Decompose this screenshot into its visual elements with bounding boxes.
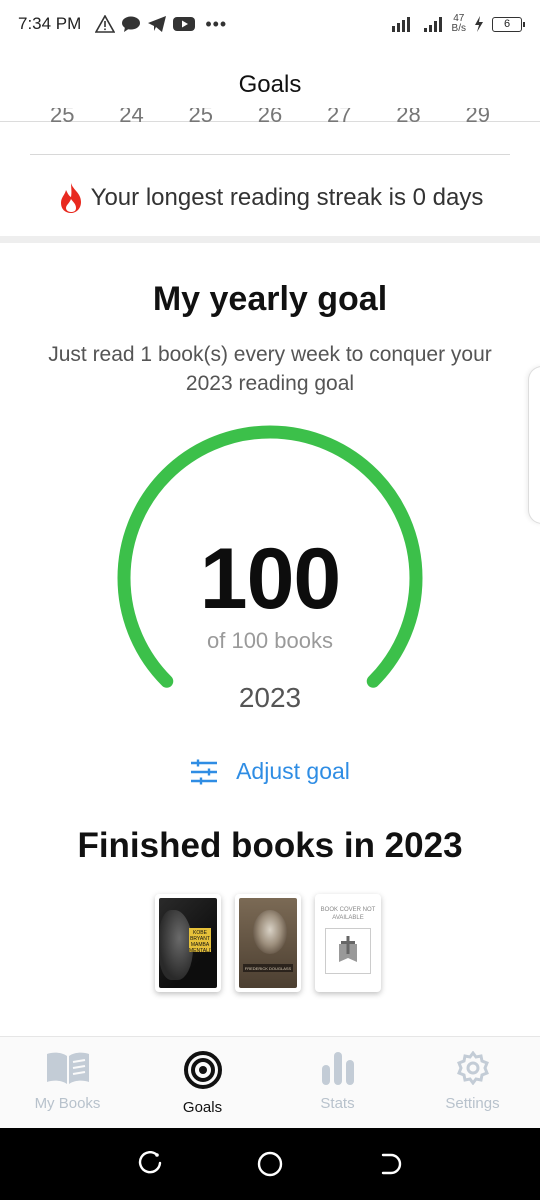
status-notification-icons: ••• bbox=[95, 14, 227, 35]
signal-icon bbox=[391, 17, 410, 32]
telegram-icon bbox=[148, 16, 167, 32]
week-day[interactable]: 28 bbox=[396, 108, 420, 127]
status-time: 7:34 PM bbox=[18, 14, 82, 33]
status-bar: 7:34 PM ••• 47 B/s 6 bbox=[0, 0, 540, 48]
cover-placeholder-text: BOOK COVER NOT AVAILABLE bbox=[320, 907, 376, 921]
adjust-goal-button[interactable]: Adjust goal bbox=[0, 758, 540, 785]
recent-apps-icon[interactable] bbox=[137, 1151, 163, 1177]
finished-books-title: Finished books in 2023 bbox=[77, 826, 463, 865]
yearly-goal-subtitle: Just read 1 book(s) every week to conque… bbox=[48, 343, 492, 395]
kobe-bryant-cover: KOBE BRYANT MAMBA MENTALITY bbox=[159, 898, 217, 988]
net-speed: 47 B/s bbox=[451, 13, 466, 34]
book-icon bbox=[46, 1052, 89, 1084]
book-cover-douglass[interactable]: FREDERICK DOUGLASS bbox=[235, 894, 301, 992]
section-separator bbox=[0, 236, 540, 243]
week-day[interactable]: 24 bbox=[119, 108, 143, 127]
warning-icon bbox=[95, 15, 116, 33]
youtube-icon bbox=[173, 17, 196, 31]
divider bbox=[30, 154, 510, 155]
nav-label: Goals bbox=[182, 1099, 223, 1116]
bar-chart-icon bbox=[321, 1052, 354, 1085]
book-cover-unavailable[interactable]: BOOK COVER NOT AVAILABLE bbox=[315, 894, 381, 992]
nav-my-books[interactable]: My Books bbox=[0, 1037, 135, 1128]
charging-icon bbox=[475, 16, 483, 32]
nav-label: Settings bbox=[445, 1095, 500, 1112]
more-notifications-icon: ••• bbox=[205, 13, 228, 34]
week-day[interactable]: 26 bbox=[258, 108, 282, 127]
home-icon[interactable] bbox=[256, 1150, 284, 1178]
cover-not-available: BOOK COVER NOT AVAILABLE bbox=[319, 898, 377, 988]
goal-progress-of: of 100 books bbox=[207, 628, 333, 653]
nav-label: My Books bbox=[34, 1095, 101, 1112]
sliders-icon bbox=[191, 759, 218, 784]
week-strip[interactable]: 25 24 25 26 27 28 29 bbox=[30, 108, 510, 128]
side-panel-handle[interactable] bbox=[528, 366, 540, 524]
streak-text: Your longest reading streak is 0 days bbox=[90, 184, 484, 211]
flame-icon bbox=[60, 183, 81, 213]
back-icon[interactable] bbox=[377, 1151, 403, 1177]
nav-label: Stats bbox=[320, 1095, 355, 1112]
gear-icon bbox=[456, 1051, 489, 1085]
battery-indicator: 6 bbox=[492, 16, 525, 32]
bottom-navigation: My Books Goals Stats Settings bbox=[0, 1036, 540, 1128]
nav-goals[interactable]: Goals bbox=[135, 1037, 270, 1128]
goal-year: 2023 bbox=[238, 682, 302, 713]
yearly-goal-title: My yearly goal bbox=[152, 280, 388, 318]
goal-progress-value: 100 bbox=[199, 531, 342, 627]
adjust-goal-label[interactable]: Adjust goal bbox=[236, 758, 350, 785]
week-day[interactable]: 27 bbox=[327, 108, 351, 127]
nav-settings[interactable]: Settings bbox=[405, 1037, 540, 1128]
system-navigation-bar bbox=[0, 1128, 540, 1200]
finished-books-list: KOBE BRYANT MAMBA MENTALITY FREDERICK DO… bbox=[155, 894, 381, 992]
nav-stats[interactable]: Stats bbox=[270, 1037, 405, 1128]
target-icon bbox=[183, 1051, 222, 1089]
status-system-icons: 47 B/s 6 bbox=[391, 13, 525, 34]
book-placeholder-icon bbox=[325, 928, 371, 974]
frederick-douglass-cover: FREDERICK DOUGLASS bbox=[239, 898, 297, 988]
week-day[interactable]: 29 bbox=[466, 108, 490, 127]
page-title: Goals bbox=[238, 70, 302, 98]
reading-streak: Your longest reading streak is 0 days bbox=[0, 182, 540, 214]
chat-bubble-icon bbox=[122, 16, 141, 32]
week-day[interactable]: 25 bbox=[50, 108, 74, 127]
cover-title: KOBE BRYANT MAMBA MENTALITY bbox=[189, 928, 217, 954]
book-cover-kobe[interactable]: KOBE BRYANT MAMBA MENTALITY bbox=[155, 894, 221, 992]
signal-secondary-icon bbox=[423, 17, 442, 32]
week-day[interactable]: 25 bbox=[189, 108, 213, 127]
cover-title: FREDERICK DOUGLASS bbox=[244, 966, 292, 971]
